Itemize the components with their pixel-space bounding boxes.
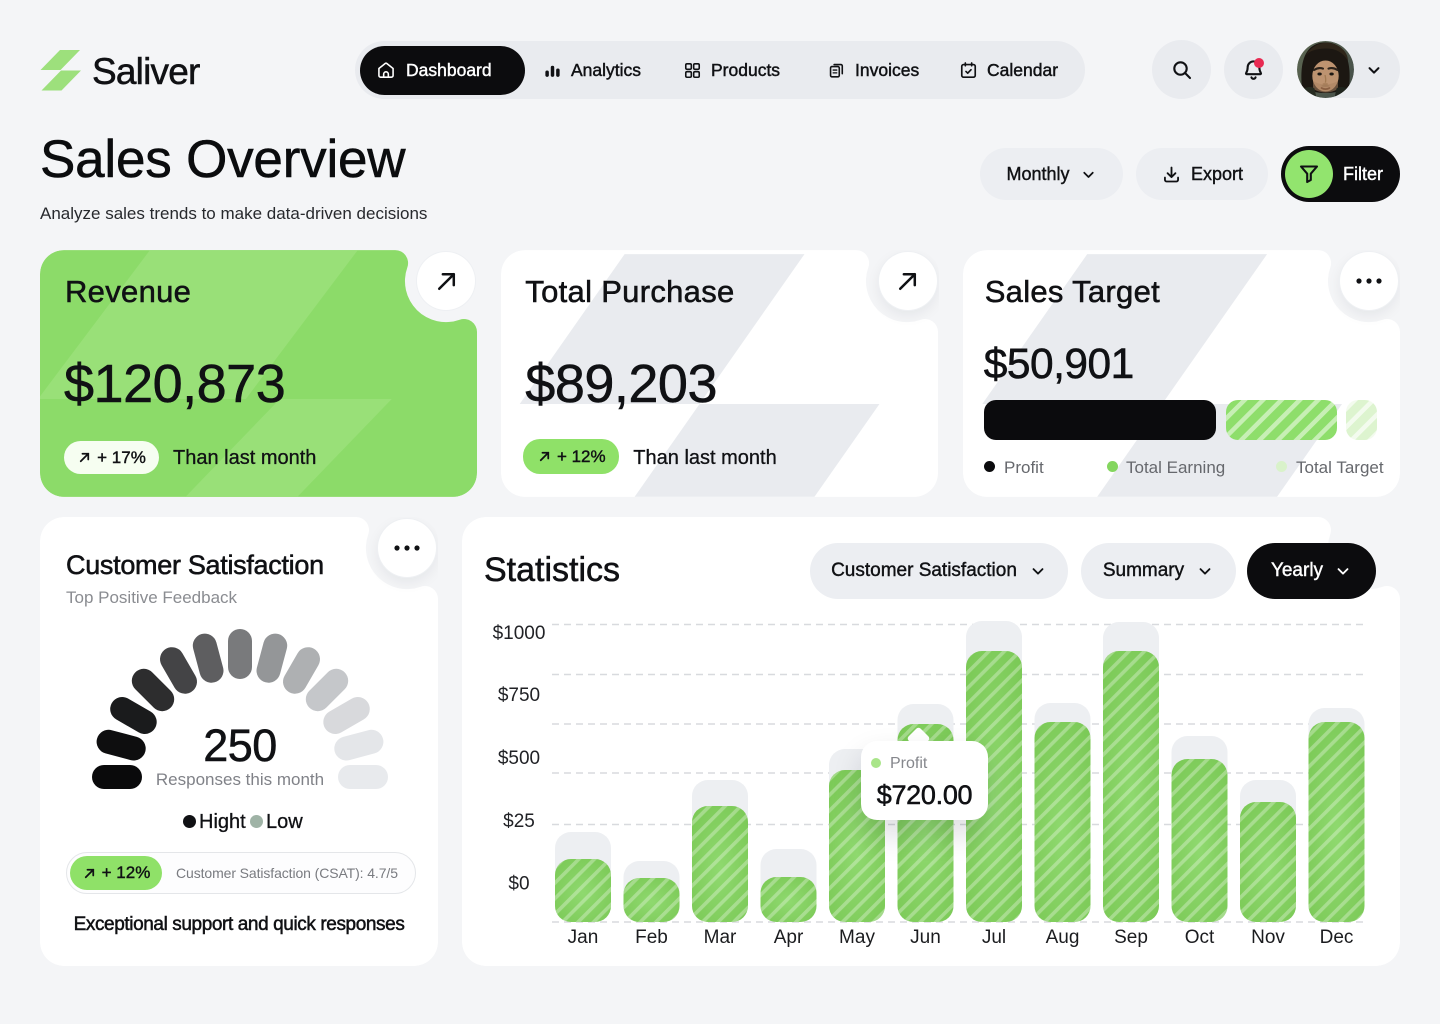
svg-text:Apr: Apr [774, 927, 804, 948]
svg-text:Oct: Oct [1185, 927, 1215, 948]
svg-text:$25: $25 [503, 811, 535, 832]
svg-text:May: May [839, 927, 875, 948]
svg-text:Jul: Jul [982, 927, 1006, 948]
svg-text:$0: $0 [508, 874, 529, 895]
svg-text:Nov: Nov [1251, 927, 1285, 948]
svg-text:Sep: Sep [1114, 927, 1148, 948]
svg-text:$1000: $1000 [493, 623, 546, 644]
svg-text:Feb: Feb [635, 927, 668, 948]
svg-text:Dec: Dec [1320, 927, 1354, 948]
svg-text:$500: $500 [498, 748, 540, 769]
svg-text:$750: $750 [498, 685, 540, 706]
svg-text:Jan: Jan [568, 927, 599, 948]
svg-text:Aug: Aug [1046, 927, 1080, 948]
svg-text:Mar: Mar [704, 927, 737, 948]
svg-text:Jun: Jun [910, 927, 941, 948]
